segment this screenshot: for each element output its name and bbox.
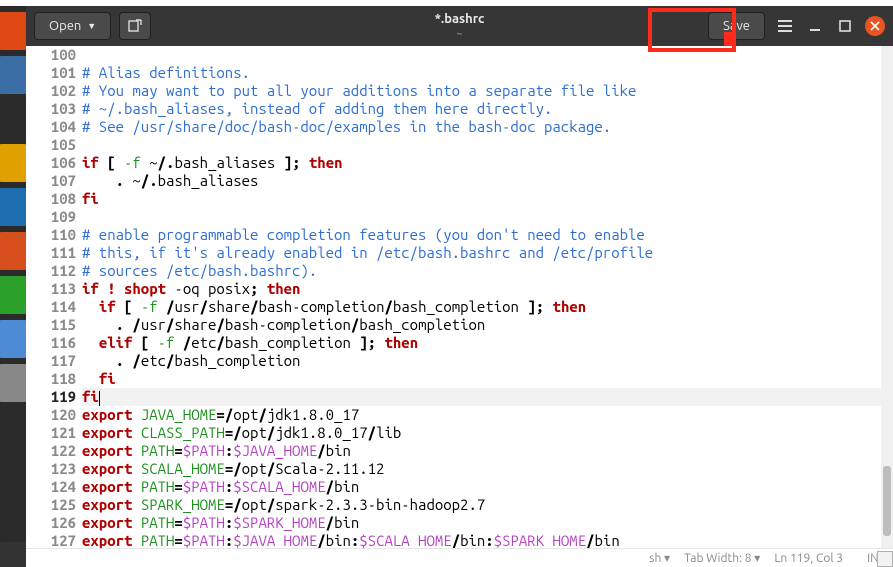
line-number: 105	[26, 136, 78, 154]
code-line[interactable]: . ~/.bash_aliases	[82, 172, 881, 190]
code-line[interactable]: # enable programmable completion feature…	[82, 226, 881, 244]
line-number: 108	[26, 190, 78, 208]
line-number: 100	[26, 46, 78, 64]
code-line[interactable]: # You may want to put all your additions…	[82, 82, 881, 100]
line-number: 117	[26, 352, 78, 370]
code-line[interactable]: export PATH=$PATH:$JAVA_HOME/bin	[82, 442, 881, 460]
corner-resize-grip	[877, 551, 893, 567]
header-bar: Open ▼ *.bashrc ~ Save	[26, 6, 893, 46]
code-line[interactable]: fi	[82, 370, 881, 388]
code-line[interactable]: # ~/.bash_aliases, instead of adding the…	[82, 100, 881, 118]
line-number: 118	[26, 370, 78, 388]
line-number: 111	[26, 244, 78, 262]
line-number: 124	[26, 478, 78, 496]
code-editor[interactable]: 1001011021031041051061071081091101111121…	[26, 46, 893, 548]
line-number: 103	[26, 100, 78, 118]
save-button-label: Save	[723, 19, 750, 33]
window-subtitle: ~	[435, 27, 485, 40]
line-number: 112	[26, 262, 78, 280]
line-number: 127	[26, 532, 78, 548]
code-area[interactable]: # Alias definitions.# You may want to pu…	[82, 46, 881, 548]
code-line[interactable]: fi	[82, 190, 881, 208]
line-number: 114	[26, 298, 78, 316]
gedit-window: Open ▼ *.bashrc ~ Save	[26, 6, 893, 567]
line-number: 110	[26, 226, 78, 244]
line-number: 116	[26, 334, 78, 352]
code-line[interactable]: . /usr/share/bash-completion/bash_comple…	[82, 316, 881, 334]
line-number: 113	[26, 280, 78, 298]
line-number: 121	[26, 424, 78, 442]
code-line[interactable]: export PATH=$PATH:$SCALA_HOME/bin	[82, 478, 881, 496]
line-number: 119	[26, 388, 78, 406]
code-line[interactable]: export CLASS_PATH=/opt/jdk1.8.0_17/lib	[82, 424, 881, 442]
line-number: 115	[26, 316, 78, 334]
line-number: 106	[26, 154, 78, 172]
code-line[interactable]: if ! shopt -oq posix; then	[82, 280, 881, 298]
save-button[interactable]: Save	[708, 12, 765, 40]
vertical-scrollbar[interactable]	[881, 46, 893, 548]
code-line[interactable]: export PATH=$PATH:$SPARK_HOME/bin	[82, 514, 881, 532]
open-button[interactable]: Open ▼	[34, 12, 111, 40]
line-number: 107	[26, 172, 78, 190]
status-language[interactable]: sh ▾	[649, 551, 670, 565]
code-line[interactable]	[82, 46, 881, 64]
code-line[interactable]: . /etc/bash_completion	[82, 352, 881, 370]
code-line[interactable]	[82, 208, 881, 226]
code-line[interactable]: # sources /etc/bash.bashrc).	[82, 262, 881, 280]
line-number-gutter: 1001011021031041051061071081091101111121…	[26, 46, 82, 548]
code-line[interactable]: export JAVA_HOME=/opt/jdk1.8.0_17	[82, 406, 881, 424]
code-line[interactable]: if [ -f /usr/share/bash-completion/bash_…	[82, 298, 881, 316]
hamburger-menu-button[interactable]	[775, 16, 795, 36]
code-line[interactable]	[82, 136, 881, 154]
code-line[interactable]: if [ -f ~/.bash_aliases ]; then	[82, 154, 881, 172]
line-number: 122	[26, 442, 78, 460]
open-button-label: Open	[49, 19, 81, 33]
minimize-button[interactable]	[805, 16, 825, 36]
new-tab-icon	[128, 19, 142, 33]
line-number: 125	[26, 496, 78, 514]
code-line[interactable]: # See /usr/share/doc/bash-doc/examples i…	[82, 118, 881, 136]
status-tabwidth[interactable]: Tab Width: 8 ▾	[684, 551, 760, 565]
maximize-button[interactable]	[835, 16, 855, 36]
line-number: 109	[26, 208, 78, 226]
line-number: 104	[26, 118, 78, 136]
ubuntu-launcher	[0, 6, 26, 567]
code-line[interactable]: elif [ -f /etc/bash_completion ]; then	[82, 334, 881, 352]
status-bar: sh ▾ Tab Width: 8 ▾ Ln 119, Col 3 INS	[26, 548, 893, 567]
scrollbar-thumb[interactable]	[883, 466, 891, 536]
line-number: 126	[26, 514, 78, 532]
code-line[interactable]: export SCALA_HOME=/opt/Scala-2.11.12	[82, 460, 881, 478]
line-number: 102	[26, 82, 78, 100]
chevron-down-icon: ▼	[87, 21, 96, 31]
code-line[interactable]: export SPARK_HOME=/opt/spark-2.3.3-bin-h…	[82, 496, 881, 514]
line-number: 123	[26, 460, 78, 478]
close-button[interactable]	[865, 16, 885, 36]
line-number: 101	[26, 64, 78, 82]
line-number: 120	[26, 406, 78, 424]
code-line[interactable]: # this, if it's already enabled in /etc/…	[82, 244, 881, 262]
window-title-block: *.bashrc ~	[435, 13, 485, 40]
window-title: *.bashrc	[435, 12, 485, 26]
code-line[interactable]: # Alias definitions.	[82, 64, 881, 82]
code-line[interactable]: export PATH=$PATH:$JAVA_HOME/bin:$SCALA_…	[82, 532, 881, 548]
text-caret	[99, 391, 100, 406]
close-icon	[870, 21, 880, 31]
new-tab-button[interactable]	[119, 12, 151, 40]
status-cursor-position: Ln 119, Col 3	[774, 552, 843, 565]
code-line[interactable]: fi	[82, 388, 881, 406]
